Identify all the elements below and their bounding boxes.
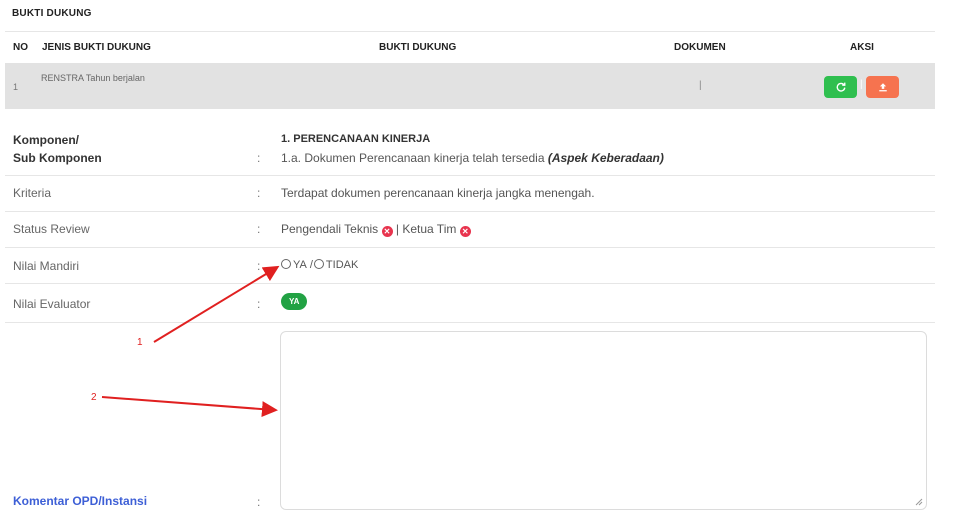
annotation-arrow-1 bbox=[153, 265, 280, 343]
annotation-label-1: 1 bbox=[137, 337, 143, 348]
annotation-arrow-2 bbox=[101, 396, 278, 418]
annotation-overlay bbox=[101, 265, 280, 418]
annotation-label-2: 2 bbox=[91, 392, 97, 403]
